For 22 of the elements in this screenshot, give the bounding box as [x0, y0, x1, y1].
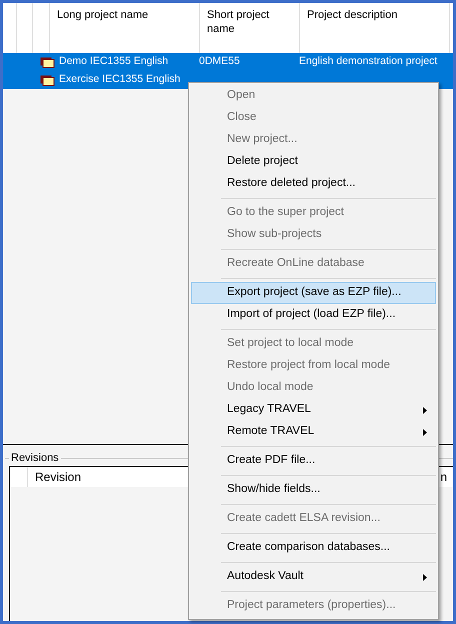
table-cell: 0DME55: [199, 55, 240, 68]
submenu-arrow-icon: [423, 429, 427, 436]
table-row[interactable]: Demo IEC1355 English 0DME55 English demonstration project: [3, 53, 453, 71]
menu-item[interactable]: Create comparison databases...: [191, 537, 436, 559]
menu-item[interactable]: Create PDF file...: [191, 450, 436, 472]
menu-item[interactable]: Restore deleted project...: [191, 173, 436, 195]
table-cell: English demonstration project: [299, 55, 438, 68]
table-cell: Demo IEC1355 English: [59, 55, 168, 68]
column-header[interactable]: n: [440, 468, 453, 486]
submenu-item[interactable]: Remote TRAVEL: [191, 421, 436, 443]
menu-item[interactable]: Show/hide fields...: [191, 479, 436, 501]
submenu-item[interactable]: Legacy TRAVEL: [191, 399, 436, 421]
folder-icon: [40, 74, 55, 86]
menu-item[interactable]: Import of project (load EZP file)...: [191, 304, 436, 326]
table-cell: Exercise IEC1355 English: [59, 73, 180, 86]
menu-item[interactable]: Export project (save as EZP file)...: [191, 282, 436, 304]
folder-icon: [40, 56, 55, 68]
submenu-arrow-icon: [423, 574, 427, 581]
submenu-arrow-icon: [423, 407, 427, 414]
menu-item[interactable]: Delete project: [191, 151, 436, 173]
submenu-item[interactable]: Autodesk Vault: [191, 566, 436, 588]
group-title: Revisions: [10, 452, 60, 464]
